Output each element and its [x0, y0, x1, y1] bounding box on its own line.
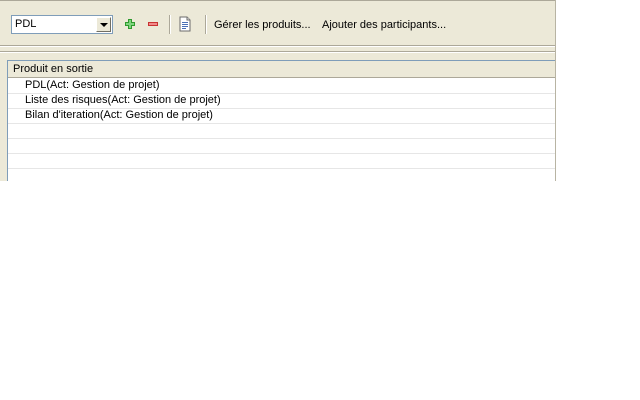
minus-icon: [148, 22, 158, 26]
divider: [0, 52, 555, 53]
table-row[interactable]: [8, 168, 555, 181]
column-header-label: Produit en sortie: [13, 63, 94, 75]
toolbar-separator: [205, 15, 206, 34]
add-participants-button[interactable]: Ajouter des participants...: [322, 19, 446, 32]
table-row[interactable]: Bilan d'iteration(Act: Gestion de projet…: [8, 108, 555, 124]
combobox-value: PDL: [15, 18, 37, 30]
table-row[interactable]: [8, 153, 555, 169]
chevron-down-icon: [100, 23, 108, 27]
table-row[interactable]: PDL(Act: Gestion de projet): [8, 78, 555, 94]
toolbar: PDL Gérer les produits... Ajouter des pa…: [0, 1, 555, 45]
output-products-panel: PDL Gérer les produits... Ajouter des pa…: [0, 0, 556, 181]
table-row[interactable]: [8, 138, 555, 154]
table-row[interactable]: [8, 123, 555, 139]
divider: [0, 46, 555, 47]
plus-icon: [125, 19, 135, 29]
add-button[interactable]: [122, 15, 138, 33]
combobox-dropdown-button[interactable]: [96, 17, 111, 32]
table-row-label: Liste des risques(Act: Gestion de projet…: [25, 94, 221, 106]
table-row-label: Bilan d'iteration(Act: Gestion de projet…: [25, 109, 213, 121]
table-row-label: PDL(Act: Gestion de projet): [25, 79, 160, 91]
document-button[interactable]: [177, 15, 193, 33]
document-icon: [179, 16, 191, 32]
activity-combobox[interactable]: PDL: [11, 15, 113, 34]
remove-button[interactable]: [145, 15, 161, 33]
output-products-table: Produit en sortie PDL(Act: Gestion de pr…: [7, 60, 555, 181]
toolbar-separator: [169, 15, 170, 34]
table-row[interactable]: Liste des risques(Act: Gestion de projet…: [8, 93, 555, 109]
manage-products-button[interactable]: Gérer les produits...: [214, 19, 311, 32]
column-header-output-product[interactable]: Produit en sortie: [8, 61, 555, 78]
